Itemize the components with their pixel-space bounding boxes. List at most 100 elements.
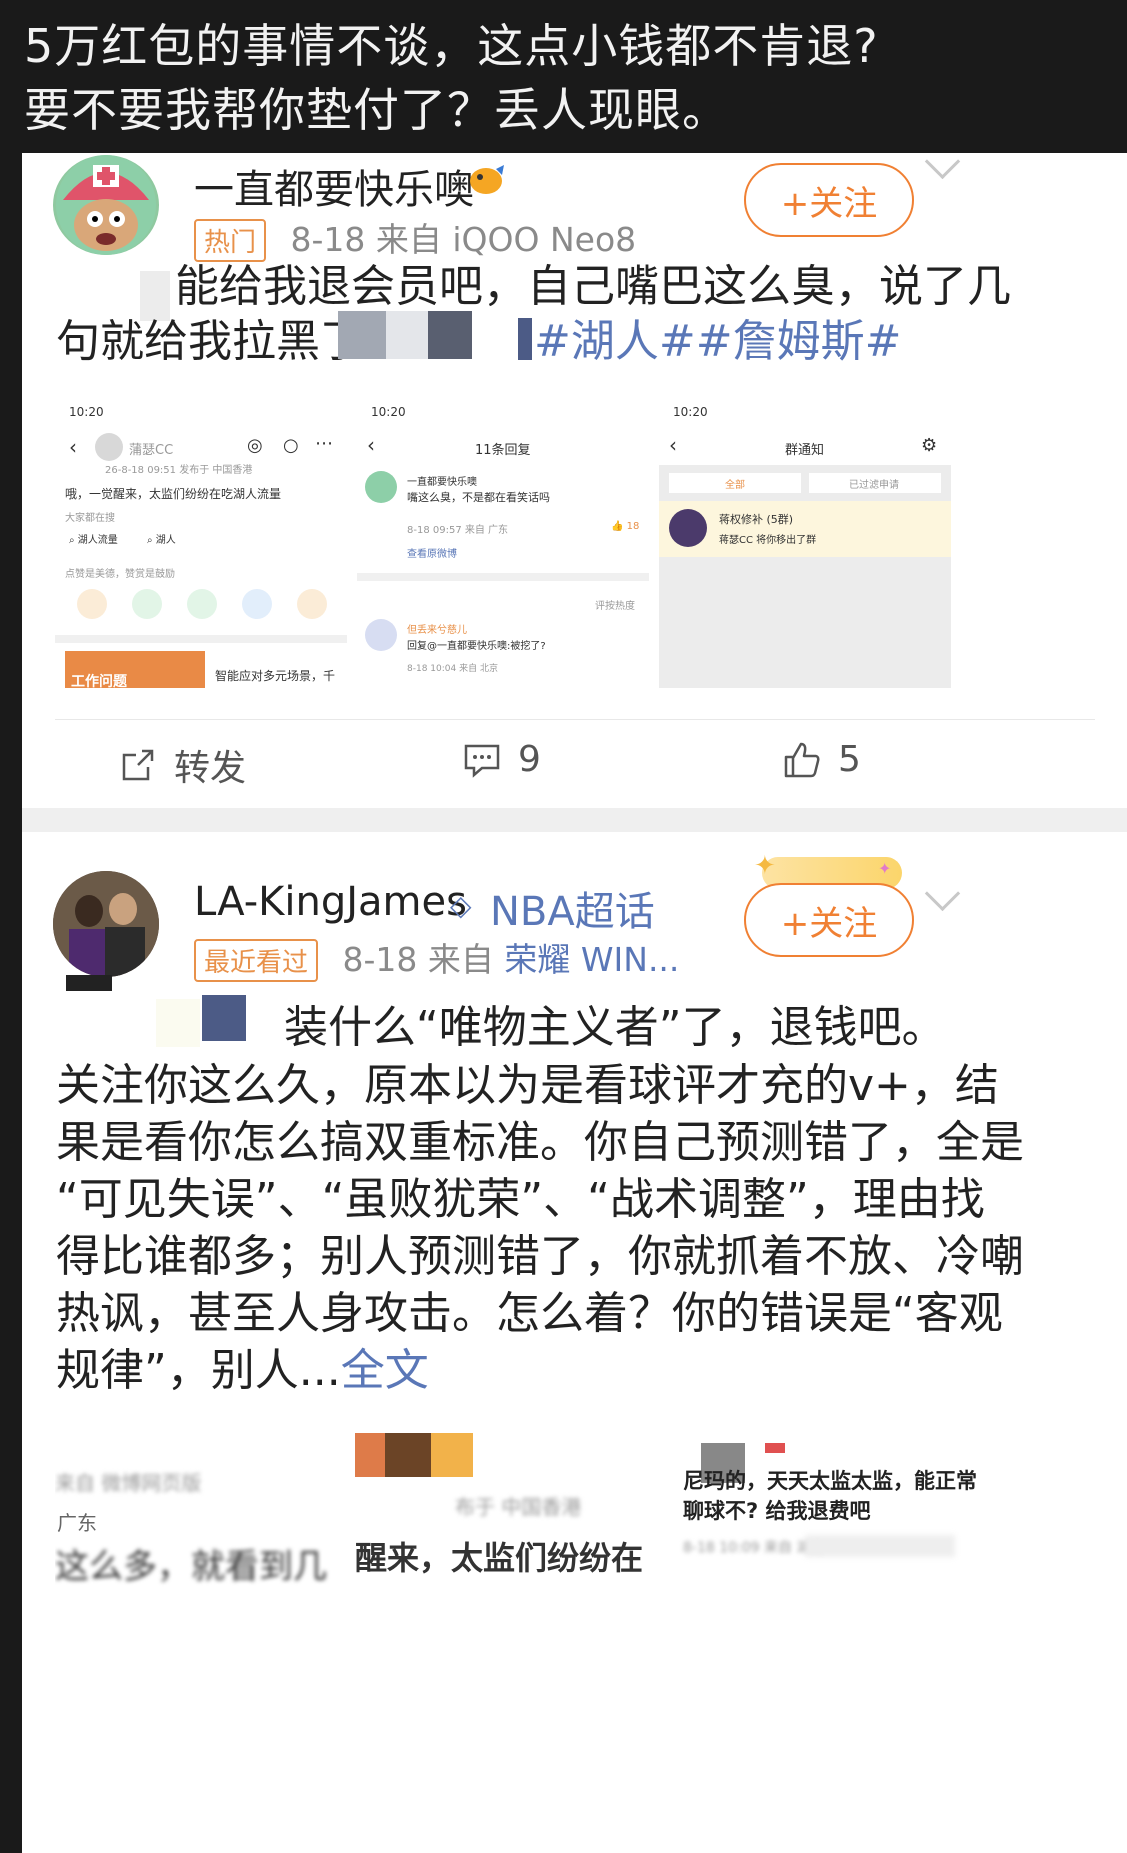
weibo-screenshot: 一直都要快乐噢 热门 8-18 来自 iQOO Neo8 +关注 能给我退会员吧… — [22, 153, 1127, 1853]
like-button[interactable]: 5 — [782, 739, 861, 780]
post1-meta: 8-18 来自 iQOO Neo8 — [290, 220, 637, 259]
share-icon — [297, 589, 327, 619]
avatar[interactable] — [53, 871, 159, 977]
reply-text: 回复@一直都要快乐噢:被挖了? — [407, 641, 546, 652]
redaction-block — [428, 311, 472, 359]
follow-button[interactable]: +关注 — [744, 163, 914, 237]
shot-chip: ⌕ 湖人流量 — [69, 535, 118, 546]
sparkle-icon: ✦ — [754, 851, 776, 881]
reward-icon — [77, 589, 107, 619]
avatar — [365, 471, 397, 503]
reply-meta: 8-18 09:57 来自 广东 — [407, 525, 509, 536]
divider — [55, 719, 1095, 720]
avatar — [365, 619, 397, 651]
sparkle-icon: ✦ — [878, 859, 892, 878]
vip-badge-icon — [765, 1443, 785, 1453]
post1-image-3[interactable]: 10:20 ‹ 群通知 ⚙ 全部 已过滤申请 蒋权修补 (5群) 蒋瑟CC 将你… — [659, 393, 951, 688]
shot-title: 群通知 — [785, 443, 825, 458]
diamond-icon: ◇ — [450, 889, 472, 922]
wechat-icon — [132, 589, 162, 619]
image-meta: 8-18 10:09 来自 湖南 — [683, 1540, 825, 1556]
post2-text-line7: 规律”，别人...全文 — [56, 1342, 429, 1399]
redaction-block — [386, 311, 428, 359]
redaction-block — [156, 999, 200, 1047]
ad-tag: 工作问题 — [71, 674, 127, 688]
post-separator — [22, 808, 1127, 832]
like-icon — [784, 742, 820, 777]
post1-topic-link[interactable]: #湖人##詹姆斯# — [534, 313, 901, 370]
redaction-block — [518, 318, 532, 360]
shot-text: 哦，一觉醒来，太监们纷纷在吃湖人流量 — [65, 487, 282, 501]
avatar — [95, 433, 123, 461]
post2-text-tail: 规律”，别人... — [56, 1345, 341, 1396]
status-time: 10:20 — [371, 405, 406, 419]
repost-label: 转发 — [174, 748, 247, 789]
caption-line-1: 5万红包的事情不谈，这点小钱都不肯退? — [24, 19, 879, 73]
shot-meta: 26-8-18 09:51 发布于 中国香港 — [105, 465, 253, 476]
post2-image-1[interactable]: 来自 微博网页版 广东 这么多，就看到几 — [55, 1429, 345, 1853]
avatar-photo-icon — [53, 871, 159, 977]
tab-label: 已过滤申请 — [849, 480, 899, 491]
notice-text: 蒋瑟CC 将你移出了群 — [719, 535, 817, 546]
reply-username: 一直都要快乐噢 — [407, 477, 477, 488]
post2-text-line4: “可见失误”、“虽败犹荣”、“战术调整”，理由找 — [56, 1174, 985, 1225]
redaction-block — [66, 975, 112, 991]
back-arrow-icon: ‹ — [367, 433, 375, 457]
chevron-down-icon[interactable] — [924, 875, 961, 912]
post2-image-2[interactable]: 布于 中国香港 醒来，太监们纷纷在! — [355, 1429, 645, 1853]
like-count: 5 — [838, 739, 861, 780]
redaction-block — [338, 311, 386, 359]
follow-button[interactable]: +关注 — [744, 883, 914, 957]
post2-meta: 8-18 来自 — [342, 940, 494, 979]
gear-icon: ⚙ — [921, 435, 938, 456]
tab-filtered: 已过滤申请 — [809, 473, 941, 493]
status-time: 10:20 — [673, 405, 708, 419]
chevron-down-icon[interactable] — [924, 153, 961, 180]
post2-meta-row: 最近看过 8-18 来自 荣耀 WIN... — [194, 933, 679, 982]
redaction-block — [355, 1433, 385, 1477]
comment-count: 9 — [518, 739, 541, 780]
post2-username[interactable]: LA-KingJames — [194, 879, 467, 925]
comment-button[interactable]: 9 — [462, 739, 541, 780]
super-topic-link[interactable]: NBA超话 — [490, 879, 655, 937]
read-more-link[interactable]: 全文 — [341, 1345, 429, 1396]
shot-username: 蒲瑟CC — [129, 443, 174, 458]
shot-fav-text: 点赞是美德，赞赏是鼓励 — [65, 569, 175, 580]
redaction-block — [805, 1535, 955, 1557]
post1-username[interactable]: 一直都要快乐噢 — [194, 157, 474, 215]
back-arrow-icon: ‹ — [69, 435, 77, 459]
post1-text-line2: 句就给我拉黑了 — [56, 316, 364, 367]
qq-icon — [242, 589, 272, 619]
ad-banner: 工作问题 — [65, 651, 205, 688]
hot-badge: 热门 — [194, 219, 267, 262]
notice-row: 蒋权修补 (5群) 蒋瑟CC 将你移出了群 — [659, 501, 951, 557]
image-text: 醒来，太监们纷纷在! — [355, 1539, 645, 1577]
comment-icon — [464, 744, 500, 778]
post1-text-line1: 能给我退会员吧，自己嘴巴这么臭，说了几 — [175, 261, 1011, 312]
image-text: 聊球不? 给我退费吧 — [683, 1499, 871, 1523]
post2-image-3[interactable]: 尼玛的，天天太监太监，能正常 聊球不? 给我退费吧 8-18 10:09 来自 … — [655, 1429, 1127, 1853]
post2-text-line6: 热讽，甚至人身攻击。怎么着？你的错误是“客观 — [56, 1288, 1003, 1339]
post2-text-line1: 装什么“唯物主义者”了，退钱吧。 — [284, 1002, 946, 1053]
caption-header: 5万红包的事情不谈，这点小钱都不肯退? 要不要我帮你垫付了？丢人现眼。 — [0, 0, 1127, 153]
reply-likes: 👍 18 — [611, 521, 640, 532]
post1-image-2[interactable]: 10:20 ‹ 11条回复 一直都要快乐噢 嘴这么臭，不是都在看笑话吗 8-18… — [357, 393, 649, 688]
post2-text-line2: 关注你这么久，原本以为是看球评才充的v+，结 — [56, 1060, 999, 1111]
back-arrow-icon: ‹ — [669, 433, 677, 457]
image-text: 这么多，就看到几 — [55, 1547, 327, 1587]
sort-label: 评按热度 — [595, 601, 635, 612]
status-time: 10:20 — [69, 405, 104, 419]
post1-image-1[interactable]: 10:20 ‹ 蒲瑟CC ◎ ○ ⋯ 26-8-18 09:51 发布于 中国香… — [55, 393, 347, 688]
post1-meta-row: 热门 8-18 来自 iQOO Neo8 — [194, 213, 636, 262]
shot-title: 11条回复 — [475, 443, 531, 458]
avatar[interactable] — [53, 155, 159, 255]
post2-text-line3: 果是看你怎么搞双重标准。你自己预测错了，全是 — [56, 1117, 1024, 1168]
view-original-link: 查看原微博 — [407, 549, 457, 560]
notice-title: 蒋权修补 (5群) — [719, 513, 794, 526]
repost-button[interactable]: 转发 — [118, 739, 246, 791]
tab-all: 全部 — [669, 473, 801, 493]
post2-text-line5: 得比谁都多；别人预测错了，你就抓着不放、冷嘲 — [56, 1231, 1024, 1282]
shot-subtext: 大家都在搜 — [65, 513, 115, 524]
more-icon: ⋯ — [315, 433, 333, 454]
post2-device-link[interactable]: 荣耀 WIN... — [504, 940, 679, 979]
